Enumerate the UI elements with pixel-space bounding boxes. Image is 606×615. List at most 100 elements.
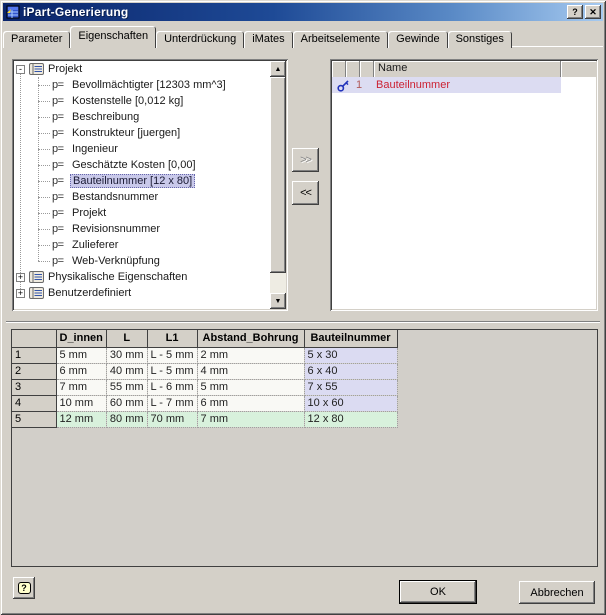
remove-column-button[interactable]: << xyxy=(292,181,319,205)
table-cell[interactable]: 5 mm xyxy=(56,347,107,364)
row-header[interactable]: 2 xyxy=(12,363,57,380)
property-icon: p= xyxy=(52,95,64,107)
table-cell[interactable]: 5 mm xyxy=(197,379,305,396)
table-cell[interactable]: 60 mm xyxy=(106,395,148,412)
property-icon: p= xyxy=(52,111,64,123)
tree-item-label: Bestandsnummer xyxy=(72,191,159,203)
table-cell[interactable]: 12 mm xyxy=(56,411,107,428)
table-cell[interactable]: 4 mm xyxy=(197,363,305,380)
tree-item-web-verknuepfung[interactable]: p= Web-Verknüpfung xyxy=(14,253,270,269)
table-cell-key[interactable]: 7 x 55 xyxy=(304,379,398,396)
col-header-abstand-bohrung[interactable]: Abstand_Bohrung xyxy=(197,330,305,348)
tab-eigenschaften[interactable]: Eigenschaften xyxy=(70,26,157,48)
col-header-l1[interactable]: L1 xyxy=(147,330,198,348)
tree-item-label: Zulieferer xyxy=(72,239,119,251)
cancel-button[interactable]: Abbrechen xyxy=(519,581,595,604)
tree-stub xyxy=(38,100,50,102)
dialog-help-button[interactable]: ? xyxy=(13,577,35,599)
tree-item-projekt-prop[interactable]: p= Projekt xyxy=(14,205,270,221)
ok-button[interactable]: OK xyxy=(399,580,477,604)
table-cell[interactable]: 7 mm xyxy=(56,379,107,396)
table-row: 4 10 mm 60 mm L - 7 mm 6 mm 10 x 60 xyxy=(12,395,398,412)
tree-item-konstrukteur[interactable]: p= Konstrukteur [juergen] xyxy=(14,125,270,141)
table-cell[interactable]: L - 5 mm xyxy=(147,363,198,380)
col-header-bauteilnummer[interactable]: Bauteilnummer xyxy=(304,330,398,348)
scroll-down-button[interactable]: ▼ xyxy=(270,293,286,309)
close-button[interactable]: ✕ xyxy=(585,5,601,19)
table-cell[interactable]: 7 mm xyxy=(197,411,305,428)
row-header[interactable]: 4 xyxy=(12,395,57,412)
tree-item-kostenstelle[interactable]: p= Kostenstelle [0,012 kg] xyxy=(14,93,270,109)
tree-item-label: Projekt xyxy=(48,63,83,75)
table-cell-key[interactable]: 10 x 60 xyxy=(304,395,398,412)
tree-item-bauteilnummer[interactable]: p= Bauteilnummer [12 x 80] xyxy=(14,173,270,189)
expand-icon[interactable]: + xyxy=(16,272,25,282)
titlebar[interactable]: iPart-Generierung ? ✕ xyxy=(3,3,603,21)
tree-item-projekt[interactable]: - Projekt xyxy=(14,61,270,77)
tab-unterdrueckung[interactable]: Unterdrückung xyxy=(156,31,245,48)
category-icon xyxy=(29,287,44,299)
list-header-name[interactable]: Name xyxy=(374,61,561,77)
list-header-key[interactable] xyxy=(332,61,346,77)
table-cell-key[interactable]: 6 x 40 xyxy=(304,363,398,380)
tree-item-revisionsnummer[interactable]: p= Revisionsnummer xyxy=(14,221,270,237)
table-cell[interactable]: L - 7 mm xyxy=(147,395,198,412)
row-header[interactable]: 5 xyxy=(12,411,57,428)
table-cell[interactable]: 55 mm xyxy=(106,379,148,396)
tree-item-geschaetzte-kosten[interactable]: p= Geschätzte Kosten [0,00] xyxy=(14,157,270,173)
list-row-index: 1 xyxy=(356,79,363,91)
table-cell[interactable]: 30 mm xyxy=(106,347,148,364)
tab-arbeitselemente[interactable]: Arbeitselemente xyxy=(292,31,389,48)
scrollbar-thumb[interactable] xyxy=(270,77,286,273)
list-header-index[interactable] xyxy=(360,61,374,77)
ipart-grid-area: D_innen L L1 Abstand_Bohrung Bauteilnumm… xyxy=(11,329,598,567)
table-cell[interactable]: L - 5 mm xyxy=(147,347,198,364)
tree-item-zulieferer[interactable]: p= Zulieferer xyxy=(14,237,270,253)
table-row: 2 6 mm 40 mm L - 5 mm 4 mm 6 x 40 xyxy=(12,363,398,380)
tree-scrollbar[interactable]: ▲ ▼ xyxy=(270,61,286,309)
context-help-button[interactable]: ? xyxy=(567,5,583,19)
tab-sonstiges[interactable]: Sonstiges xyxy=(447,31,512,48)
tree-item-label: Benutzerdefiniert xyxy=(48,287,132,299)
collapse-icon[interactable]: - xyxy=(16,64,25,74)
property-icon: p= xyxy=(52,127,64,139)
table-cell[interactable]: 80 mm xyxy=(106,411,148,428)
property-tree-panel: - Projekt p= Bevollmächtigter [12303 mm^… xyxy=(12,59,288,311)
tree-item-ingenieur[interactable]: p= Ingenieur xyxy=(14,141,270,157)
row-header[interactable]: 1 xyxy=(12,347,57,364)
tab-parameter[interactable]: Parameter xyxy=(3,31,71,48)
table-cell[interactable]: 2 mm xyxy=(197,347,305,364)
close-icon: ✕ xyxy=(589,6,597,17)
tree-stub xyxy=(38,164,50,166)
tree-item-benutzerdefiniert[interactable]: + Benutzerdefiniert xyxy=(14,285,270,301)
row-header[interactable]: 3 xyxy=(12,379,57,396)
tree-guide-line xyxy=(20,69,21,293)
tree-stub xyxy=(38,148,50,150)
table-cell[interactable]: 70 mm xyxy=(147,411,198,428)
table-cell-key[interactable]: 5 x 30 xyxy=(304,347,398,364)
corner-header-cell[interactable] xyxy=(12,330,57,348)
tab-imates[interactable]: iMates xyxy=(244,31,293,48)
table-cell[interactable]: 10 mm xyxy=(56,395,107,412)
table-cell[interactable]: L - 6 mm xyxy=(147,379,198,396)
col-header-l[interactable]: L xyxy=(106,330,148,348)
list-row-bauteilnummer[interactable]: 1 Bauteilnummer xyxy=(332,77,596,93)
category-icon xyxy=(29,63,44,75)
table-cell-key[interactable]: 12 x 80 xyxy=(304,411,398,428)
context-help-icon: ? xyxy=(572,7,578,17)
expand-icon[interactable]: + xyxy=(16,288,25,298)
property-icon: p= xyxy=(52,191,64,203)
tab-gewinde[interactable]: Gewinde xyxy=(388,31,448,48)
scroll-up-button[interactable]: ▲ xyxy=(270,61,286,77)
tree-item-bevollmaechtigter[interactable]: p= Bevollmächtigter [12303 mm^3] xyxy=(14,77,270,93)
tree-item-beschreibung[interactable]: p= Beschreibung xyxy=(14,109,270,125)
table-cell[interactable]: 6 mm xyxy=(197,395,305,412)
col-header-d-innen[interactable]: D_innen xyxy=(56,330,107,348)
table-cell[interactable]: 40 mm xyxy=(106,363,148,380)
add-column-button[interactable]: >> xyxy=(292,148,319,172)
tree-item-bestandsnummer[interactable]: p= Bestandsnummer xyxy=(14,189,270,205)
tree-item-label: Revisionsnummer xyxy=(72,223,161,235)
tree-item-physikalische-eigenschaften[interactable]: + Physikalische Eigenschaften xyxy=(14,269,270,285)
list-header-icon[interactable] xyxy=(346,61,360,77)
table-cell[interactable]: 6 mm xyxy=(56,363,107,380)
